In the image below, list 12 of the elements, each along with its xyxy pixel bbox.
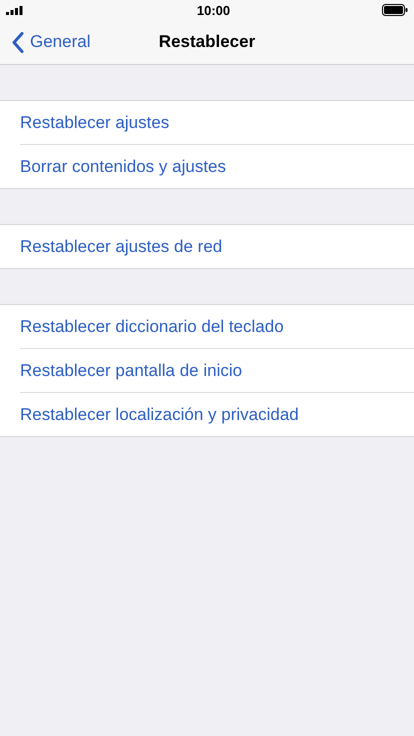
reset-option[interactable]: Restablecer ajustes [0, 101, 414, 144]
status-time: 10:00 [196, 2, 230, 18]
reset-option[interactable]: Restablecer ajustes de red [0, 225, 414, 268]
page-title: Restablecer [158, 32, 256, 52]
reset-option[interactable]: Restablecer localización y privacidad [20, 392, 414, 436]
chevron-left-icon [12, 32, 24, 52]
back-button[interactable]: General [0, 32, 90, 52]
reset-option[interactable]: Borrar contenidos y ajustes [20, 144, 414, 188]
signal-icon [6, 6, 23, 14]
battery-icon [382, 4, 408, 16]
reset-option[interactable]: Restablecer diccionario del teclado [0, 305, 414, 348]
reset-option[interactable]: Restablecer pantalla de inicio [20, 348, 414, 392]
